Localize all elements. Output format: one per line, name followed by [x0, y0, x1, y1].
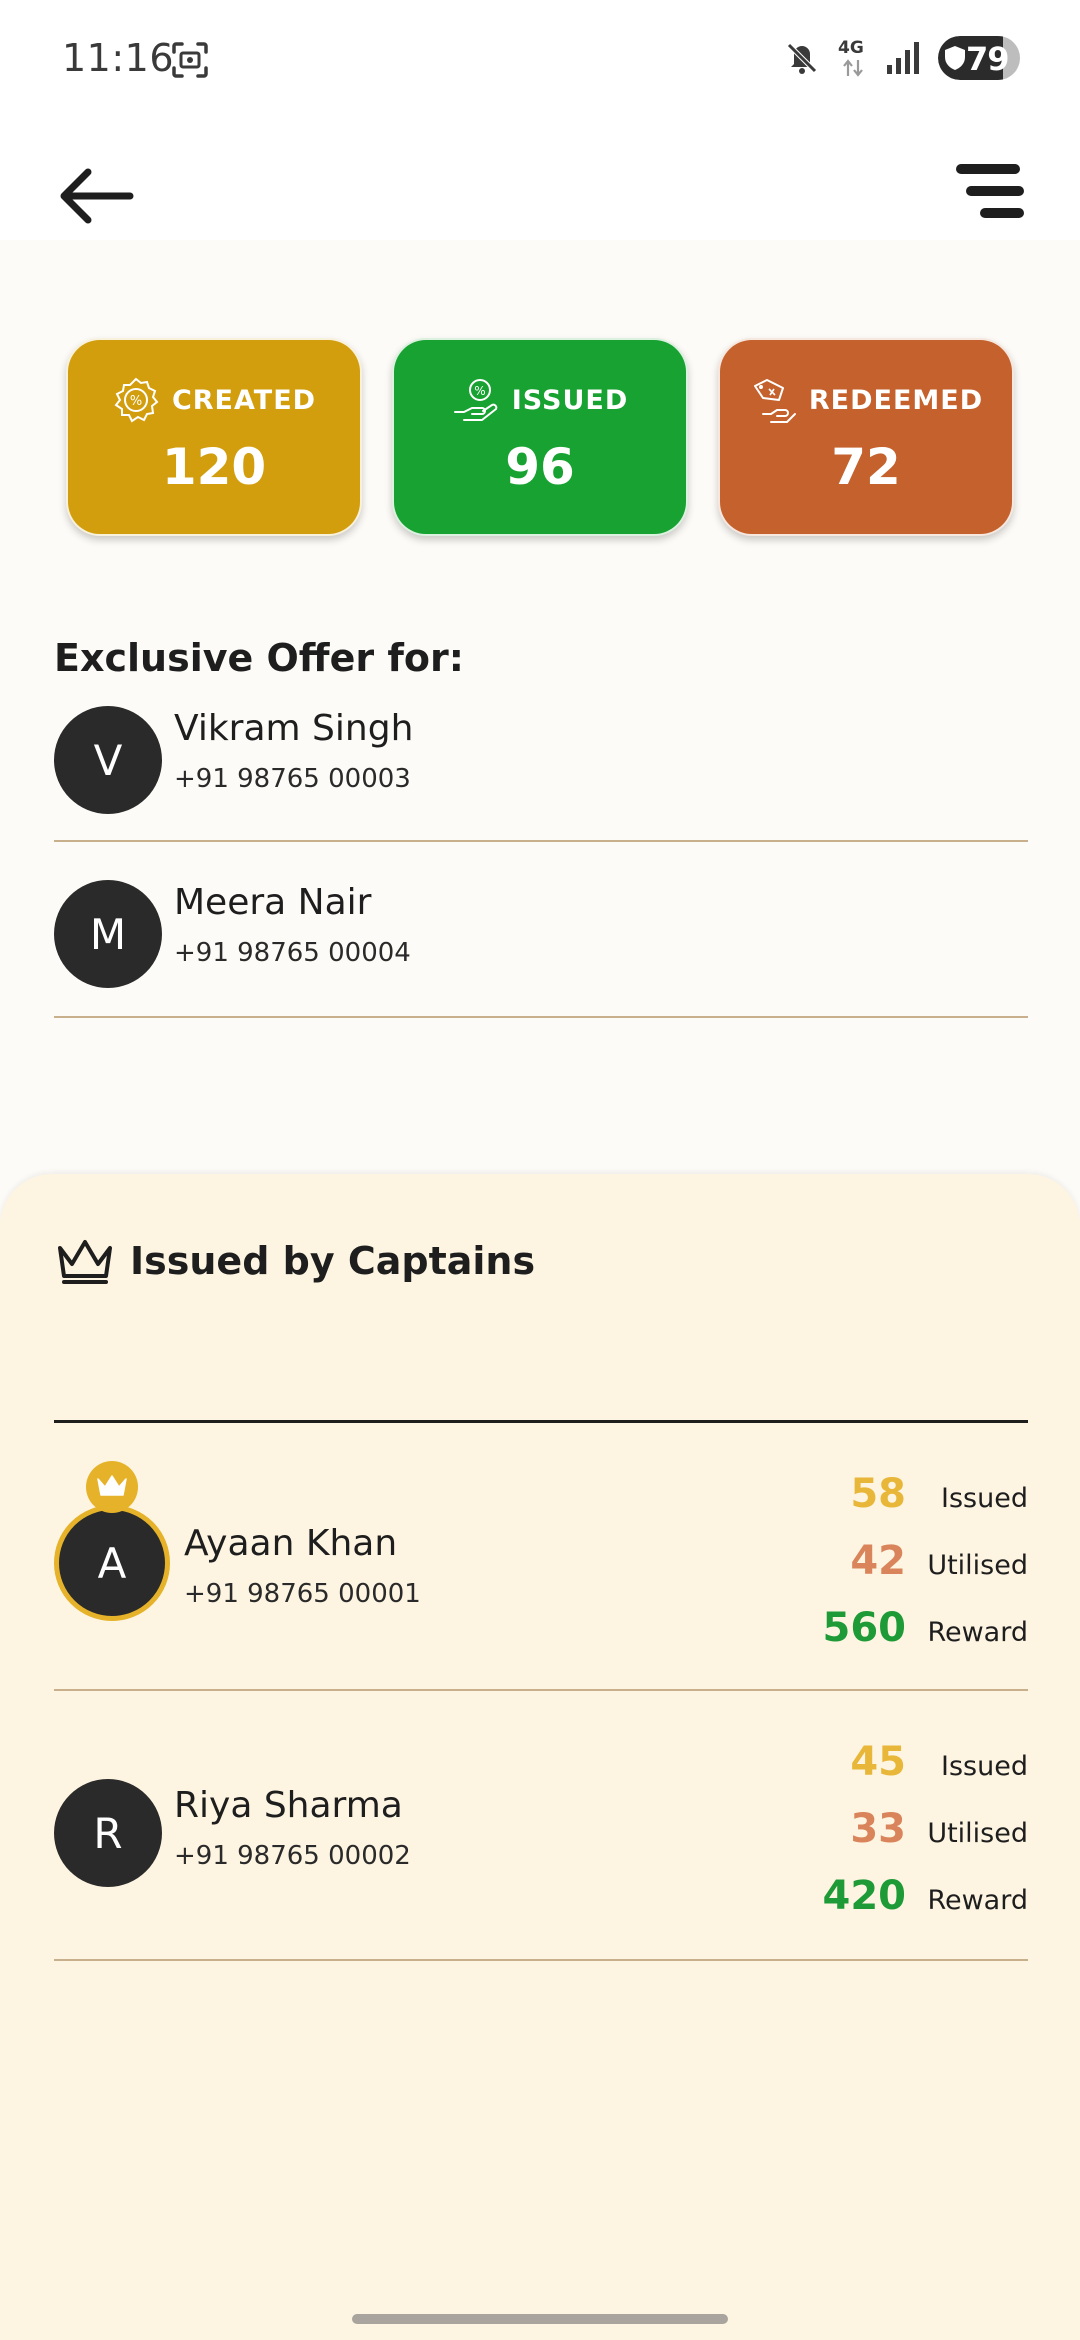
issued-stat: 58 Issued — [850, 1471, 1028, 1517]
data-arrows-icon — [843, 59, 863, 77]
svg-text:%: % — [474, 384, 485, 398]
offer-person-row[interactable]: V Vikram Singh +91 98765 00003 — [54, 666, 1028, 842]
avatar: V — [54, 706, 162, 814]
avatar: R — [54, 1779, 162, 1887]
crown-icon — [97, 1475, 127, 1496]
captains-sheet: Issued by Captains A Ayaan Khan +91 9876… — [0, 1174, 1080, 2340]
person-name: Meera Nair — [174, 882, 372, 923]
person-phone: +91 98765 00004 — [174, 938, 411, 968]
issued-value: 96 — [505, 438, 575, 496]
offer-person-row[interactable]: M Meera Nair +91 98765 00004 — [54, 842, 1028, 1018]
created-label: CREATED — [171, 384, 317, 416]
reward-stat: 560 Reward — [823, 1605, 1029, 1651]
captain-row[interactable]: A Ayaan Khan +91 98765 00001 58 Issued 4… — [54, 1423, 1028, 1691]
battery-indicator: 79 — [938, 36, 1020, 80]
issued-label: ISSUED — [511, 384, 629, 416]
home-indicator[interactable] — [352, 2314, 728, 2324]
reward-count: 420 — [822, 1873, 907, 1919]
back-button[interactable] — [56, 160, 136, 232]
redeemed-label: REDEEMED — [808, 384, 984, 416]
captain-phone: +91 98765 00001 — [184, 1579, 421, 1609]
app-screen: 11:16 4G 79 % CREATED 120 % ISSUED 96 RE… — [0, 0, 1080, 2340]
created-card[interactable]: % CREATED 120 — [66, 338, 362, 536]
redeemed-card[interactable]: REDEEMED 72 — [718, 338, 1014, 536]
svg-text:%: % — [130, 394, 142, 409]
avatar: M — [54, 880, 162, 988]
captains-header: Issued by Captains — [54, 1236, 535, 1286]
reward-stat-label: Reward — [927, 1617, 1028, 1648]
redeemed-value: 72 — [831, 438, 901, 496]
captain-name: Riya Sharma — [174, 1785, 403, 1826]
shield-icon — [945, 46, 965, 70]
utilised-stat: 33 Utilised — [850, 1806, 1028, 1852]
mute-icon — [787, 43, 817, 74]
issued-card[interactable]: % ISSUED 96 — [392, 338, 688, 536]
status-bar: 11:16 4G 79 — [0, 0, 1080, 120]
captain-name: Ayaan Khan — [184, 1523, 398, 1564]
created-value: 120 — [161, 438, 267, 496]
captain-row[interactable]: R Riya Sharma +91 98765 00002 45 Issued … — [54, 1693, 1028, 1961]
menu-icon — [956, 164, 1024, 218]
percent-badge-icon: % — [114, 377, 159, 423]
signal-icon — [887, 42, 919, 74]
person-name: Vikram Singh — [174, 708, 414, 749]
reward-stat: 420 Reward — [823, 1873, 1029, 1919]
hand-coin-icon: % — [453, 379, 498, 421]
crown-icon — [58, 1240, 112, 1284]
utilised-stat-label: Utilised — [927, 1818, 1028, 1849]
battery-percent: 79 — [966, 40, 1010, 78]
network-label: 4G — [838, 38, 864, 58]
avatar: A — [54, 1505, 170, 1621]
person-phone: +91 98765 00003 — [174, 764, 411, 794]
reward-count: 560 — [822, 1605, 907, 1651]
hand-tag-icon — [753, 379, 796, 423]
utilised-count: 42 — [850, 1538, 906, 1584]
reward-stat-label: Reward — [927, 1885, 1028, 1916]
menu-button[interactable] — [952, 158, 1028, 230]
captain-phone: +91 98765 00002 — [174, 1841, 411, 1871]
utilised-count: 33 — [850, 1806, 906, 1852]
utilised-stat-label: Utilised — [927, 1550, 1028, 1581]
top-captain-badge — [86, 1461, 138, 1513]
issued-count: 45 — [850, 1739, 906, 1785]
issued-count: 58 — [850, 1471, 906, 1517]
app-header — [0, 120, 1080, 240]
network-indicator: 4G — [838, 38, 868, 78]
arrow-left-icon — [60, 168, 134, 224]
issued-stat: 45 Issued — [850, 1739, 1028, 1785]
issued-stat-label: Issued — [941, 1751, 1028, 1782]
utilised-stat: 42 Utilised — [850, 1538, 1028, 1584]
status-icons: 4G 79 — [784, 36, 1020, 80]
captains-title: Issued by Captains — [130, 1239, 536, 1283]
status-time: 11:16 — [62, 36, 175, 80]
issued-stat-label: Issued — [941, 1483, 1028, 1514]
screenshot-icon — [172, 42, 208, 78]
